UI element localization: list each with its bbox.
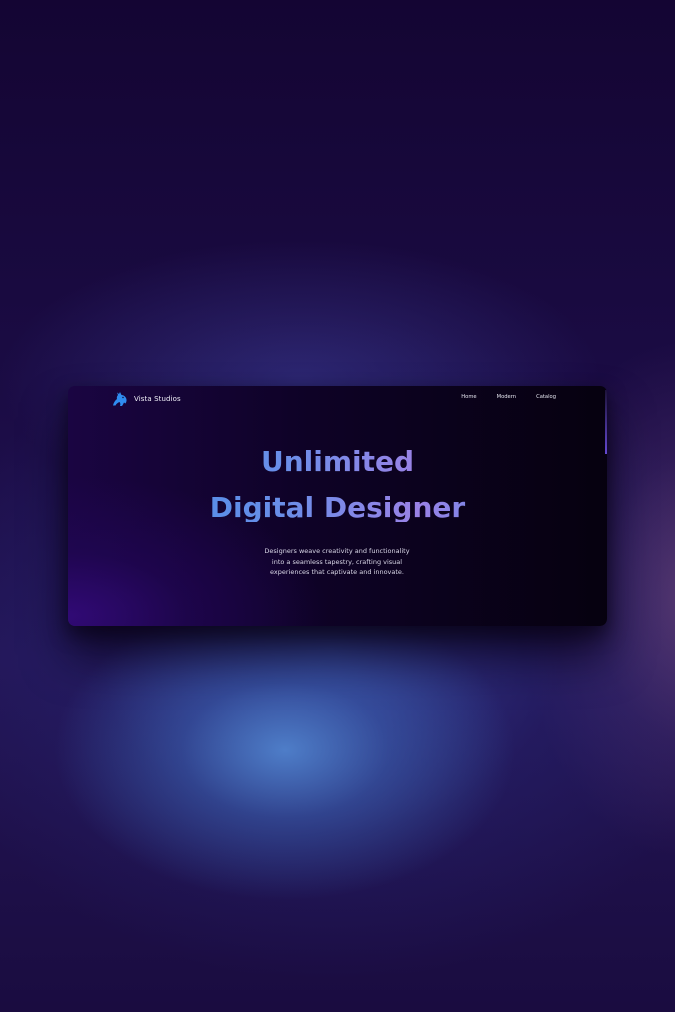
nav-links: Home Modern Catalog <box>461 394 556 400</box>
brand-name: Vista Studios <box>134 395 181 403</box>
nav-link-home[interactable]: Home <box>461 394 476 400</box>
unicorn-icon <box>113 392 127 406</box>
brand-logo[interactable]: Vista Studios <box>112 391 181 407</box>
navbar: Vista Studios Home Modern Catalog <box>68 386 607 412</box>
nav-link-catalog[interactable]: Catalog <box>536 394 556 400</box>
hero-title-line2: Digital Designer <box>68 494 607 522</box>
hero-card: Vista Studios Home Modern Catalog Unlimi… <box>68 386 607 626</box>
hero-description: Designers weave creativity and functiona… <box>264 547 410 576</box>
nav-link-modern[interactable]: Modern <box>497 394 516 400</box>
hero-title-line1: Unlimited <box>68 448 607 476</box>
